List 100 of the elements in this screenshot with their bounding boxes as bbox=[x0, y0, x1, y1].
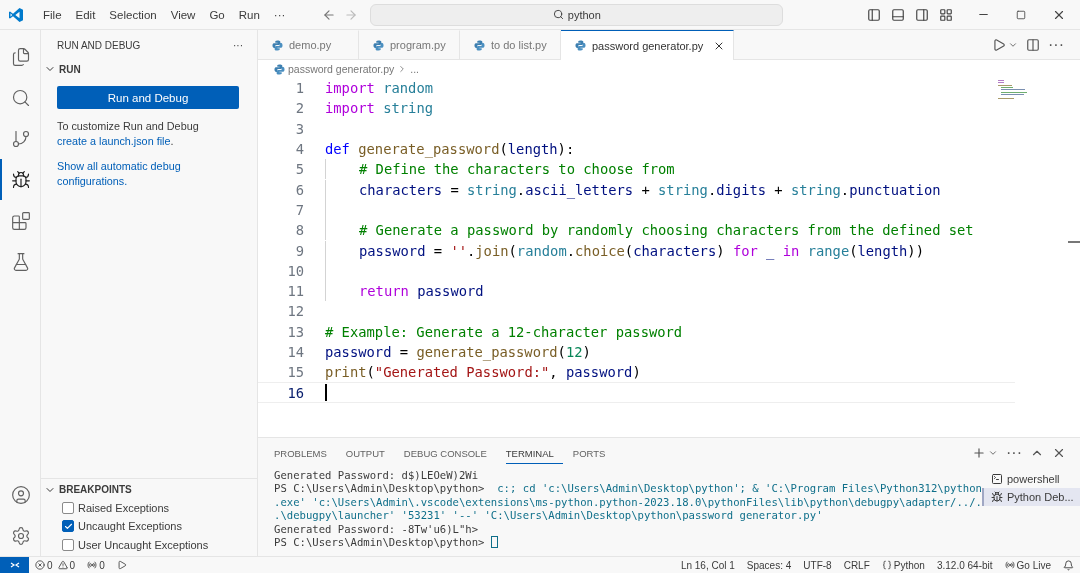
scrollbar-marker bbox=[1068, 241, 1080, 243]
ports-status[interactable]: 0 bbox=[81, 559, 111, 571]
menu-item[interactable]: Go bbox=[202, 8, 232, 21]
breakpoint-label: Raised Exceptions bbox=[78, 501, 170, 514]
bug-icon bbox=[11, 169, 31, 190]
code-text: import string bbox=[325, 100, 433, 117]
terminal-line: Generated Password: d$)LEOeW)2Wi bbox=[274, 468, 479, 481]
new-terminal-icon[interactable] bbox=[972, 446, 986, 460]
breadcrumb-item[interactable]: password generator.py bbox=[288, 63, 395, 75]
sidebar-toggle-icon[interactable] bbox=[867, 7, 881, 22]
back-arrow-icon[interactable] bbox=[322, 7, 337, 22]
flask-icon bbox=[11, 251, 31, 272]
search-icon bbox=[552, 9, 564, 20]
run-and-debug-button[interactable]: Run and Debug bbox=[57, 86, 239, 109]
code-text: print("Generated Password:", password) bbox=[325, 364, 641, 381]
terminal-instance-item[interactable]: powershell bbox=[981, 470, 1080, 488]
terminal-line: PS C:\Users\Admin\Desktop\python> bbox=[274, 536, 486, 549]
problems-status[interactable]: 0 0 bbox=[29, 559, 82, 571]
terminal-line: .\debugpy\launcher' '53231' '--' 'C:\Users\Admin\Desktop\python\password generator.py' bbox=[274, 509, 823, 522]
python-file-icon bbox=[575, 40, 586, 51]
menu-item[interactable]: View bbox=[163, 8, 203, 21]
code-text: # Generate a password by randomly choosing characters from the defined set bbox=[359, 222, 974, 239]
breakpoints-header[interactable]: BREAKPOINTS bbox=[41, 480, 257, 499]
bell-icon[interactable] bbox=[1063, 559, 1074, 571]
interpreter-status[interactable]: 3.12.0 64-bit bbox=[930, 559, 999, 571]
panel-tab[interactable]: TERMINAL bbox=[505, 442, 563, 464]
run-icon[interactable] bbox=[992, 37, 1006, 52]
terminal-instance-item[interactable]: Python Deb... bbox=[981, 488, 1080, 506]
checkbox[interactable] bbox=[62, 538, 74, 551]
terminal-line: Generated Password: -8Tw'u6)L"h> bbox=[274, 522, 479, 535]
indentation-status[interactable]: Spaces: 4 bbox=[740, 559, 798, 571]
python-file-icon bbox=[373, 39, 384, 51]
close-panel-icon[interactable] bbox=[1052, 446, 1066, 460]
code-text: import random bbox=[325, 80, 433, 97]
more-actions[interactable]: ··· bbox=[233, 39, 243, 51]
restore-icon[interactable] bbox=[1016, 9, 1026, 20]
secondary-sidebar-icon[interactable] bbox=[915, 7, 929, 22]
checkbox[interactable] bbox=[62, 501, 74, 514]
antenna-icon bbox=[1004, 560, 1015, 570]
panel-tab[interactable]: PROBLEMS bbox=[274, 442, 336, 464]
breadcrumb-item[interactable]: ... bbox=[410, 63, 419, 75]
branch-icon bbox=[11, 128, 31, 149]
breakpoint-label: User Uncaught Exceptions bbox=[78, 538, 209, 551]
caret-icon[interactable] bbox=[988, 448, 998, 458]
go-live-button[interactable]: Go Live bbox=[998, 559, 1057, 571]
customize-hint: To customize Run and Debug create a launch.json file. bbox=[57, 119, 200, 149]
command-search-field[interactable]: python bbox=[370, 3, 784, 26]
code-text: # Define the characters to choose from bbox=[359, 161, 675, 178]
split-editor-icon[interactable] bbox=[1026, 37, 1040, 52]
code-text: def generate_password(length): bbox=[325, 141, 575, 158]
line-number: 14 bbox=[286, 344, 304, 360]
settings-icon[interactable] bbox=[11, 525, 31, 546]
line-number: 3 bbox=[294, 120, 304, 137]
line-number: 13 bbox=[286, 323, 304, 340]
app-logo bbox=[8, 6, 24, 23]
menu-item[interactable]: Selection bbox=[102, 8, 164, 21]
python-file-icon bbox=[274, 63, 285, 75]
line-number: 9 bbox=[294, 242, 304, 259]
sidebar-title: RUN AND DEBUG bbox=[57, 39, 141, 51]
debug-status-icon[interactable] bbox=[116, 560, 127, 570]
code-text: characters = string.ascii_letters + string.digits + string.punctuation bbox=[359, 181, 941, 198]
panel-tab[interactable]: DEBUG CONSOLE bbox=[403, 442, 496, 464]
bug-icon bbox=[990, 491, 1003, 503]
remote-icon bbox=[9, 560, 20, 570]
line-number: 6 bbox=[294, 181, 304, 198]
editor-tab[interactable]: password generator.py bbox=[561, 30, 735, 60]
menu-item[interactable]: Edit bbox=[68, 8, 103, 21]
line-ending-status[interactable]: CRLF bbox=[837, 559, 876, 571]
line-number: 7 bbox=[294, 201, 304, 218]
terminal-line: PS C:\Users\Admin\Desktop\python> c:; cd 'c:\Users\Admin\Desktop\python'; & 'C:\Program Files\Python312\python bbox=[274, 482, 982, 495]
code-text: return password bbox=[359, 283, 484, 300]
search-icon bbox=[11, 87, 31, 108]
panel-toggle-icon[interactable] bbox=[891, 7, 905, 22]
checkbox[interactable] bbox=[62, 520, 74, 533]
layout-icon[interactable] bbox=[939, 7, 953, 22]
line-number: 16 bbox=[286, 384, 304, 401]
line-number: 5 bbox=[294, 161, 304, 178]
more-actions[interactable]: ··· bbox=[1048, 35, 1064, 54]
run-section-header[interactable]: RUN bbox=[41, 60, 257, 78]
files-icon bbox=[11, 46, 31, 67]
language-status[interactable]: Python bbox=[875, 559, 931, 571]
breakpoint-label: Uncaught Exceptions bbox=[78, 520, 182, 533]
more-actions[interactable]: ··· bbox=[1006, 444, 1022, 462]
show-configurations-link[interactable]: Show all automatic debug configurations. bbox=[57, 159, 243, 189]
more-menu[interactable]: ··· bbox=[266, 8, 293, 21]
code-text: # Example: Generate a 12-character password bbox=[325, 323, 683, 340]
error-icon bbox=[35, 560, 45, 570]
panel-tab[interactable]: OUTPUT bbox=[345, 442, 394, 464]
line-number: 1 bbox=[294, 80, 304, 97]
menu-item[interactable]: File bbox=[36, 8, 69, 21]
panel-tab[interactable]: PORTS bbox=[572, 442, 615, 464]
menu-item[interactable]: Run bbox=[231, 8, 267, 21]
minimap[interactable] bbox=[998, 80, 1028, 100]
remote-button[interactable] bbox=[0, 556, 29, 573]
account-icon[interactable] bbox=[11, 484, 31, 505]
cursor-position[interactable]: Ln 16, Col 1 bbox=[674, 559, 741, 571]
line-number: 8 bbox=[294, 222, 304, 239]
line-number: 12 bbox=[286, 303, 304, 320]
encoding-status[interactable]: UTF-8 bbox=[797, 559, 838, 571]
terminal-line: .exe' 'c:\Users\Admin\.vscode\extensions\ms-python.python-2023.18.0\pythonFiles\lib\python\debugpy\adapter/../. bbox=[274, 495, 982, 508]
